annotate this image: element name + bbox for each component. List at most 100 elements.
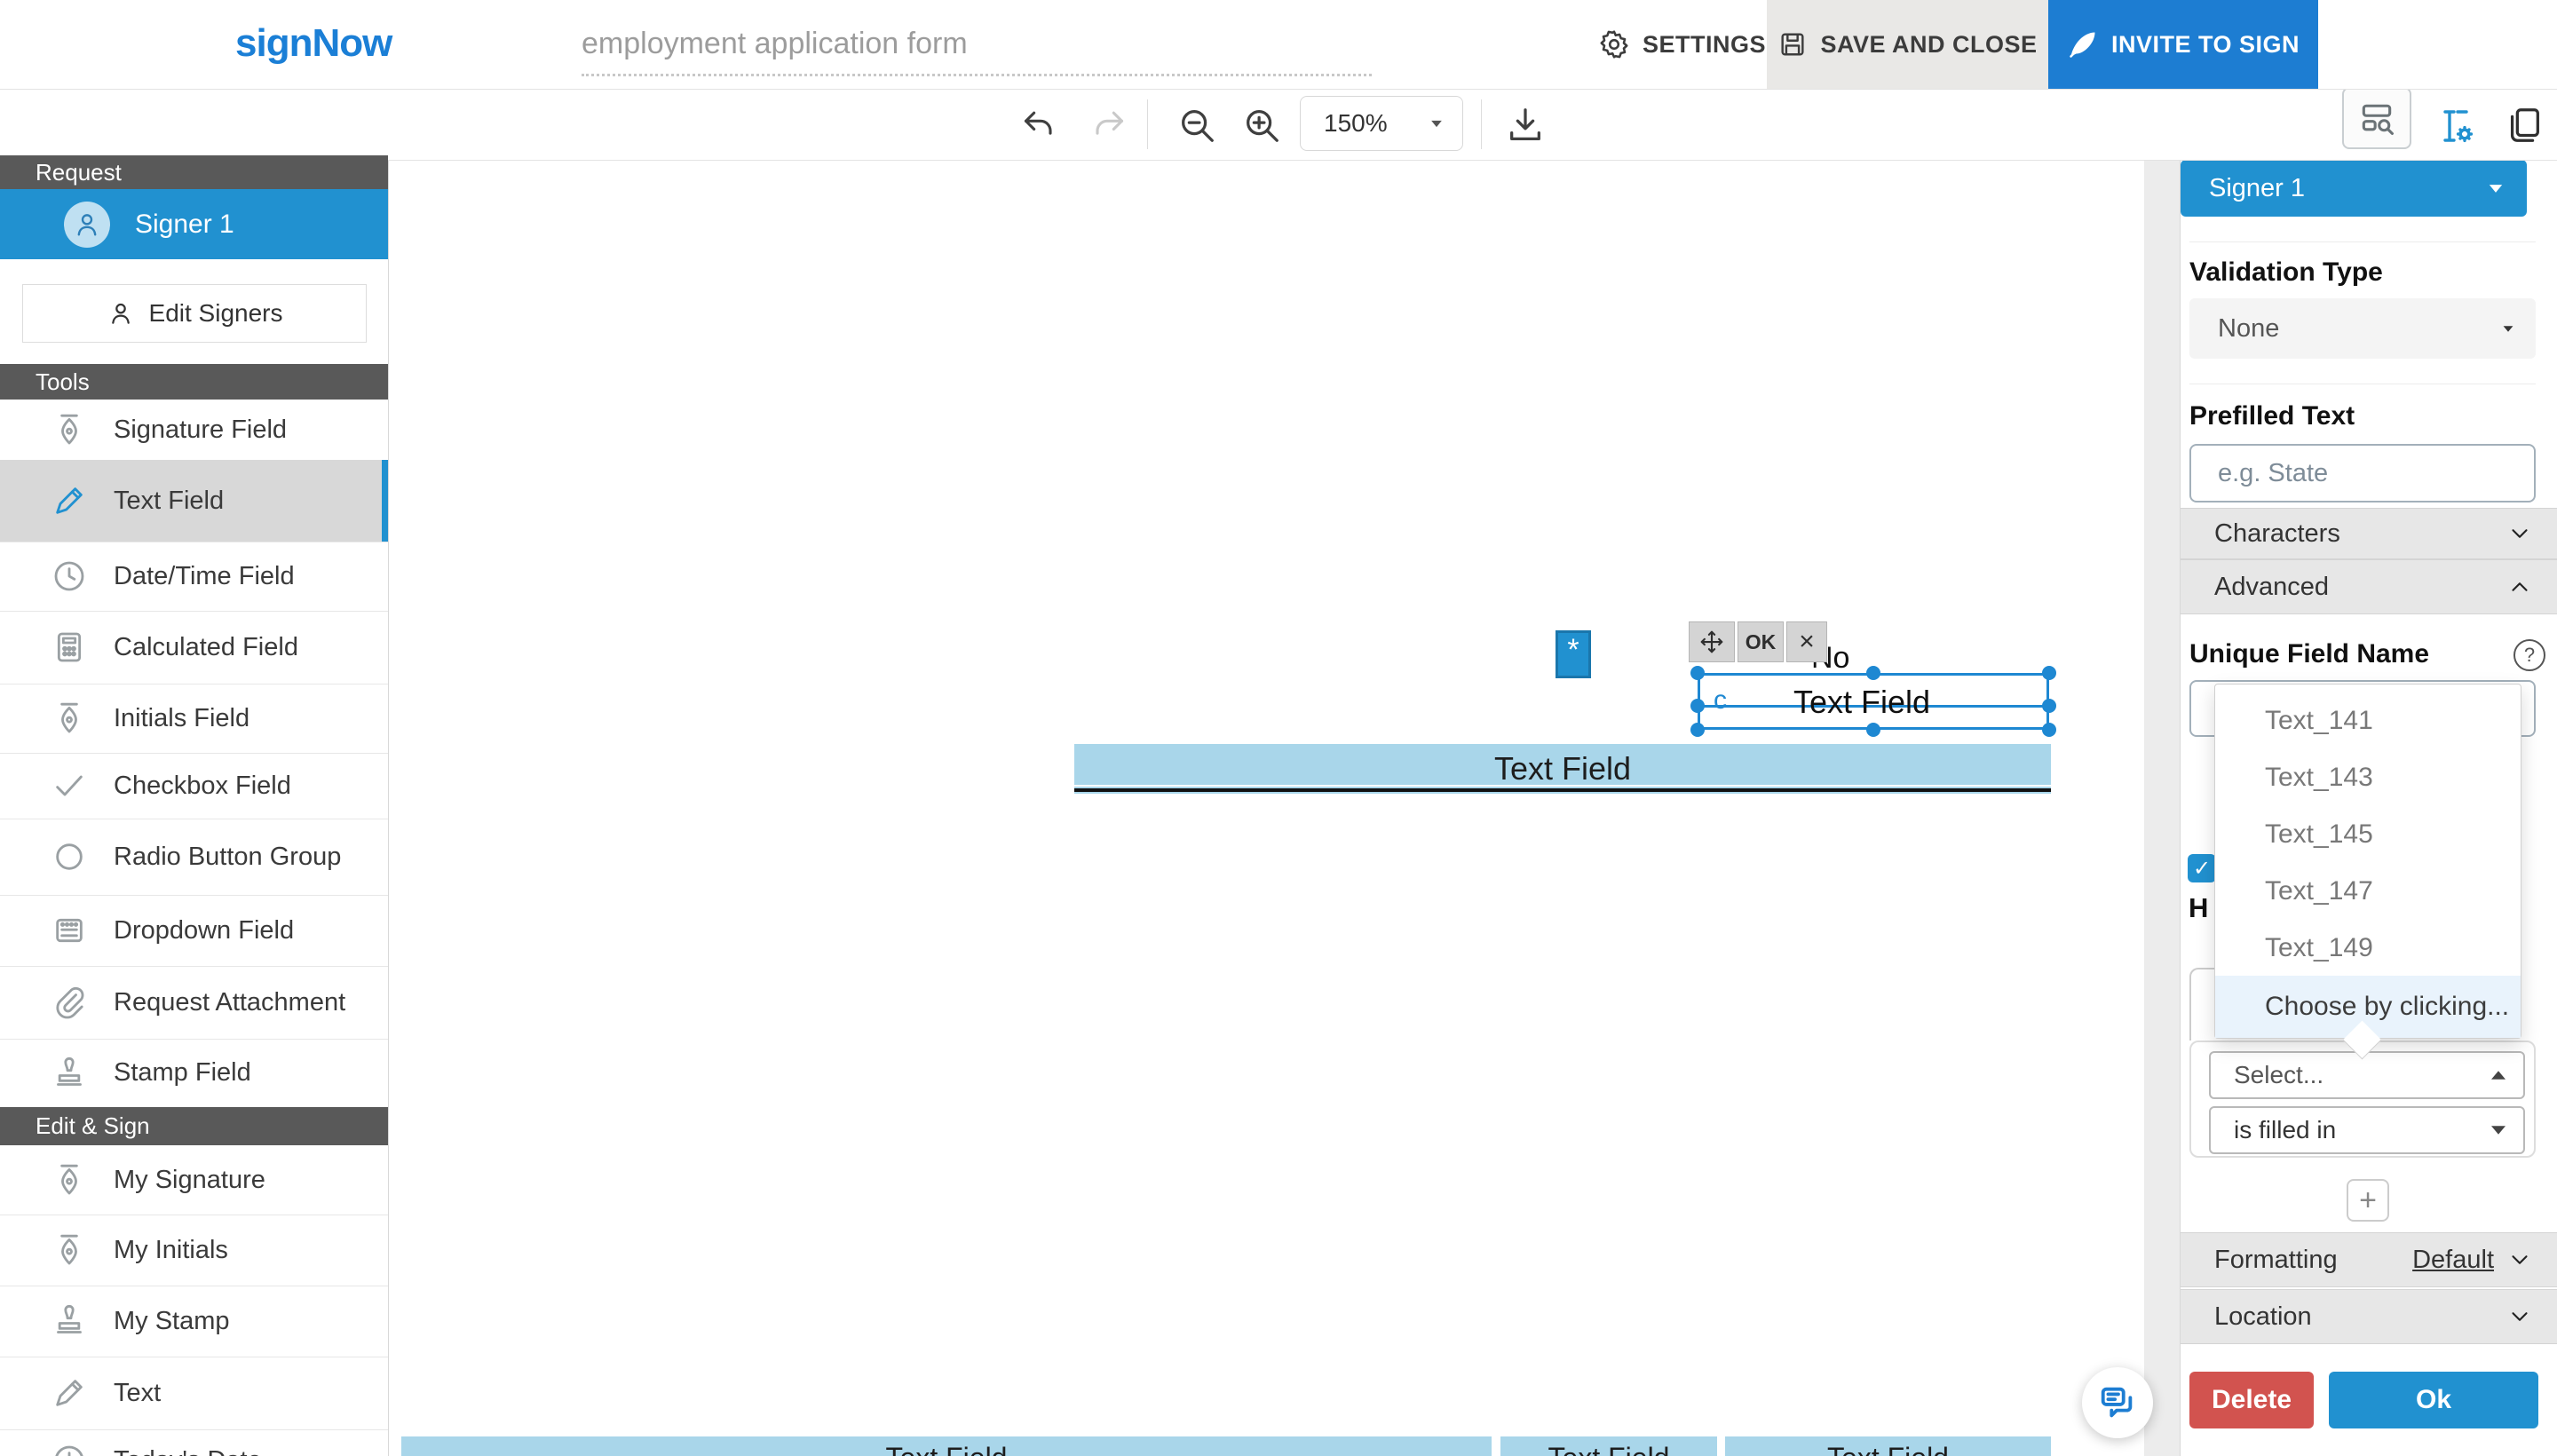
tool-my-stamp[interactable]: My Stamp [0, 1286, 388, 1357]
dropdown-option[interactable]: Text_149 [2215, 919, 2521, 977]
tool-request-attachment[interactable]: Request Attachment [0, 966, 388, 1040]
tools-section-header: Tools [0, 364, 388, 400]
tool-label: Calculated Field [114, 633, 298, 662]
formatting-accordion[interactable]: Formatting Default [2181, 1232, 2557, 1287]
tool-label: Today's Date [114, 1446, 262, 1456]
resize-handle[interactable] [1690, 699, 1705, 713]
save-and-close-button[interactable]: SAVE AND CLOSE [1767, 0, 2048, 89]
condition-operator-value: is filled in [2234, 1116, 2336, 1144]
field-ok-button[interactable]: OK [1738, 621, 1784, 662]
tool-todays-date[interactable]: Today's Date [0, 1429, 388, 1456]
edit-sign-section-header: Edit & Sign [0, 1107, 388, 1145]
tool-label: Text Field [114, 487, 224, 516]
tool-initials-field[interactable]: Initials Field [0, 684, 388, 754]
tool-text[interactable]: Text [0, 1357, 388, 1430]
document-title-input[interactable]: employment application form [582, 27, 1372, 76]
request-label: Request [36, 159, 122, 186]
invite-to-sign-button[interactable]: INVITE TO SIGN [2048, 0, 2318, 89]
divider [2189, 241, 2536, 242]
panel-signer-value: Signer 1 [2209, 174, 2305, 203]
resize-handle[interactable] [2042, 699, 2056, 713]
zoom-out-icon[interactable] [1176, 105, 1217, 146]
request-section-header: Request [0, 155, 388, 189]
sidebar-signer-1[interactable]: Signer 1 [0, 189, 388, 259]
select-placeholder: Select... [2234, 1061, 2323, 1089]
resize-handle[interactable] [1866, 723, 1880, 737]
text-field-label: Text Field [1793, 684, 1930, 721]
text-settings-icon[interactable] [2434, 105, 2477, 147]
text-field-label: Text Field [1827, 1442, 1949, 1456]
help-icon[interactable]: ? [2513, 639, 2545, 671]
redo-icon[interactable] [1088, 105, 1127, 144]
resize-handle[interactable] [1690, 723, 1705, 737]
location-accordion[interactable]: Location [2181, 1289, 2557, 1344]
settings-label: SETTINGS [1643, 31, 1766, 59]
download-icon[interactable] [1505, 105, 1546, 146]
location-label: Location [2214, 1302, 2312, 1332]
tool-dropdown-field[interactable]: Dropdown Field [0, 895, 388, 967]
tool-label: Signature Field [114, 415, 287, 445]
signnow-logo[interactable]: signNow [235, 21, 392, 66]
dropdown-option[interactable]: Text_145 [2215, 805, 2521, 864]
chevron-down-icon [2491, 1126, 2506, 1135]
tool-my-signature[interactable]: My Signature [0, 1145, 388, 1215]
prefilled-text-input[interactable]: e.g. State [2189, 444, 2536, 502]
resize-handle[interactable] [2042, 666, 2056, 680]
checked-checkbox[interactable]: ✓ [2188, 854, 2216, 882]
ok-label: OK [1746, 630, 1777, 654]
resize-handle[interactable] [1690, 666, 1705, 680]
dropdown-option[interactable]: Text_147 [2215, 862, 2521, 921]
ok-button[interactable]: Ok [2329, 1372, 2538, 1428]
dropdown-option[interactable]: Text_143 [2215, 748, 2521, 807]
cursor-char: c [1714, 685, 1727, 716]
add-condition-button[interactable]: + [2347, 1179, 2389, 1222]
tool-label: Text [114, 1379, 161, 1408]
chevron-down-icon [2506, 520, 2533, 547]
chevron-down-icon [2504, 326, 2513, 332]
tool-stamp-field[interactable]: Stamp Field [0, 1039, 388, 1108]
tool-checkbox-field[interactable]: Checkbox Field [0, 753, 388, 819]
scroll-gutter[interactable] [2144, 160, 2180, 1456]
text-field-position[interactable]: Text Field [401, 1436, 1492, 1456]
tool-text-field[interactable]: Text Field [0, 460, 388, 542]
validation-type-select[interactable]: None [2189, 298, 2536, 359]
tool-label: My Signature [114, 1166, 265, 1195]
field-close-button[interactable]: × [1786, 621, 1827, 662]
advanced-accordion[interactable]: Advanced [2181, 559, 2557, 614]
tool-datetime-field[interactable]: Date/Time Field [0, 542, 388, 612]
tool-label: Stamp Field [114, 1058, 251, 1088]
zoom-in-icon[interactable] [1241, 105, 1282, 146]
tool-radio-button-group[interactable]: Radio Button Group [0, 819, 388, 896]
prefilled-text-label: Prefilled Text [2189, 401, 2355, 431]
delete-button[interactable]: Delete [2189, 1372, 2314, 1428]
validation-type-value: None [2218, 314, 2279, 344]
checkbox-field-selected[interactable]: * [1556, 630, 1591, 678]
panel-signer-select[interactable]: Signer 1 [2181, 160, 2527, 217]
zoom-level-select[interactable]: 150% [1300, 96, 1463, 151]
undo-icon[interactable] [1021, 105, 1060, 144]
text-field-end-date[interactable]: Text Field [1725, 1436, 2051, 1456]
text-field-type[interactable]: Text Field [1074, 744, 2051, 794]
chevron-up-icon [2491, 1071, 2506, 1080]
dropdown-option[interactable]: Text_141 [2215, 692, 2521, 750]
condition-operator-select[interactable]: is filled in [2209, 1106, 2525, 1154]
formatting-value[interactable]: Default [2412, 1246, 2494, 1275]
settings-button[interactable]: SETTINGS [1598, 0, 1766, 89]
pages-icon[interactable] [2504, 105, 2545, 146]
resize-handle[interactable] [1866, 666, 1880, 680]
text-field-label: Text Field [1494, 750, 1631, 787]
edit-signers-button[interactable]: Edit Signers [22, 284, 367, 343]
condition-field-select[interactable]: Select... [2209, 1051, 2525, 1099]
required-star: * [1567, 633, 1579, 667]
characters-accordion[interactable]: Characters [2181, 508, 2557, 559]
tool-signature-field[interactable]: Signature Field [0, 400, 388, 461]
move-field-button[interactable] [1689, 621, 1735, 662]
text-field-start-date[interactable]: Text Field [1500, 1436, 1717, 1456]
tool-label: Initials Field [114, 704, 249, 733]
tool-my-initials[interactable]: My Initials [0, 1215, 388, 1286]
resize-handle[interactable] [2042, 723, 2056, 737]
tool-label: Dropdown Field [114, 916, 294, 946]
chat-button[interactable] [2082, 1367, 2153, 1438]
tool-calculated-field[interactable]: Calculated Field [0, 611, 388, 684]
fields-search-toggle[interactable] [2342, 87, 2411, 149]
